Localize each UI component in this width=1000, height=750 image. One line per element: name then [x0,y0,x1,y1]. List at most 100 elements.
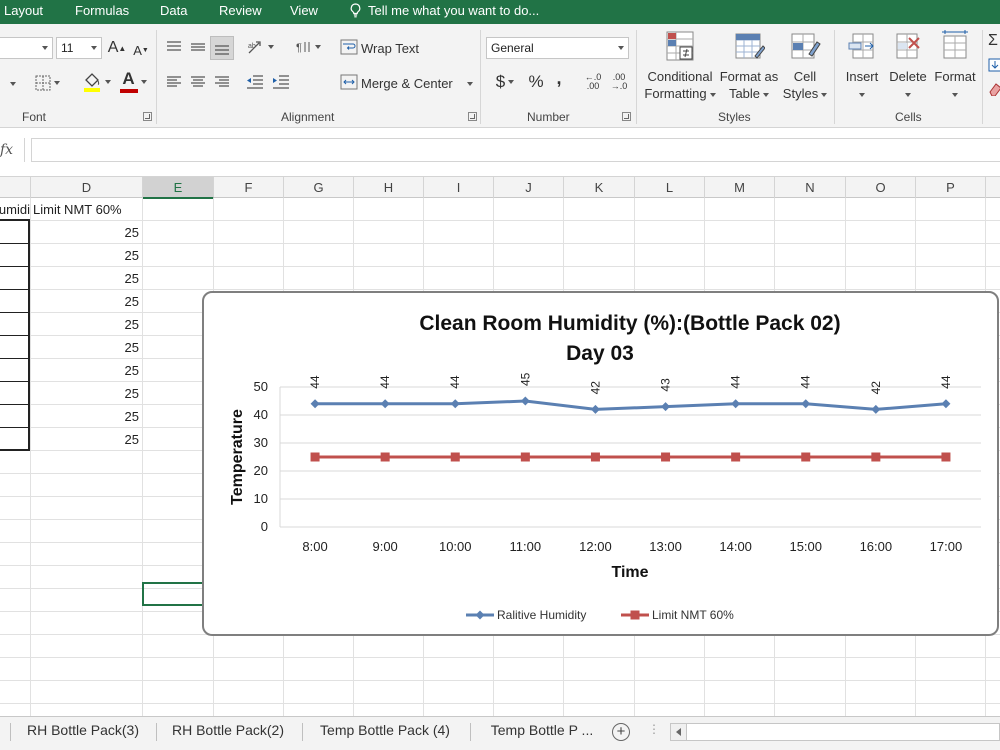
chart-subtitle[interactable]: Day 03 [566,342,634,365]
column-header-h[interactable]: H [354,177,424,199]
sheet-tab-temp-bottle-pack-4[interactable]: Temp Bottle Pack (4) [312,717,458,745]
borders-button[interactable] [30,72,64,94]
align-left-icon [167,76,181,87]
fill-color-button[interactable] [78,70,114,94]
column-header-k[interactable]: K [564,177,635,199]
cell-d4[interactable]: 25 [31,267,142,290]
column-header-f[interactable]: F [214,177,284,199]
merge-center-dropdown[interactable] [467,82,473,86]
font-color-button[interactable]: A [116,69,150,95]
insert-cells-button[interactable]: Insert [840,30,884,97]
column-header-m[interactable]: M [705,177,775,199]
scrollbar-thumb[interactable] [691,727,991,737]
column-header-e[interactable]: E [143,177,214,199]
y-tick-label: 40 [254,407,268,422]
chart-x-axis-title[interactable]: Time [611,564,648,581]
cell-d2[interactable]: 25 [31,221,142,244]
formula-input[interactable] [31,138,1000,162]
accounting-format-button[interactable]: $ [490,70,520,94]
font-size-dropdown[interactable]: 11 [56,37,102,59]
number-dialog-launcher[interactable] [622,112,631,121]
insert-function-icon[interactable]: fx [0,142,13,158]
cell-d6[interactable]: 25 [31,313,142,336]
cell-d9[interactable]: 25 [31,382,142,405]
tab-data[interactable]: Data [160,3,187,18]
column-header-d[interactable]: D [31,177,143,199]
y-tick-label: 20 [254,463,268,478]
grow-font-icon: A [107,39,119,56]
column-header-o[interactable]: O [846,177,916,199]
merge-center-button[interactable]: Merge & Center [361,76,453,91]
column-header-l[interactable]: L [635,177,705,199]
percent-style-button[interactable]: % [526,70,546,94]
decrease-indent-button[interactable] [244,72,266,92]
cell-d5[interactable]: 25 [31,290,142,313]
conditional-formatting-button[interactable]: Conditional Formatting [642,30,718,102]
cell-d7[interactable]: 25 [31,336,142,359]
tab-formulas[interactable]: Formulas [75,3,129,18]
column-header-c[interactable] [0,177,31,199]
sheet-tab-rh-bottle-pack-3[interactable]: RH Bottle Pack(3) [20,717,146,745]
comma-style-button[interactable]: , [552,66,566,90]
align-center-button[interactable] [188,72,208,92]
legend-label-1[interactable]: Limit NMT 60% [652,608,734,622]
font-dialog-launcher[interactable] [143,112,152,121]
cell-d3[interactable]: 25 [31,244,142,267]
humidity-chart[interactable]: Clean Room Humidity (%):(Bottle Pack 02)… [202,291,999,636]
data-label: 43 [659,378,673,392]
format-as-table-button[interactable]: Format as Table [718,30,780,102]
column-header-i[interactable]: I [424,177,494,199]
grow-font-button[interactable]: A ▲ [107,37,127,59]
column-header-n[interactable]: N [775,177,846,199]
chart-title[interactable]: Clean Room Humidity (%):(Bottle Pack 02) [419,312,840,335]
insert-cells-label: Insert [845,69,879,84]
orientation-button[interactable]: ab [244,36,276,58]
column-header-j[interactable]: J [494,177,564,199]
increase-indent-button[interactable] [270,72,292,92]
humidity-point [941,399,951,409]
wrap-text-button[interactable]: Wrap Text [361,41,419,56]
underline-dropdown[interactable] [6,74,16,94]
horizontal-scrollbar[interactable] [670,723,1000,741]
new-sheet-button[interactable]: + [612,723,630,741]
tab-page-layout[interactable]: Layout [4,3,43,18]
fill-button[interactable] [988,56,1000,74]
chart-y-axis-title[interactable]: Temperature [229,409,246,505]
delete-cells-button[interactable]: Delete [886,30,930,97]
cell-d11[interactable]: 25 [31,428,142,451]
clear-button[interactable] [988,80,1000,98]
tell-me-box[interactable]: Tell me what you want to do... [349,3,539,18]
middle-align-button[interactable] [188,36,208,58]
column-header-p[interactable]: P [916,177,986,199]
increase-decimal-button[interactable]: ←.0.00 [582,70,604,94]
font-name-dropdown[interactable] [0,37,53,59]
column-header-g[interactable]: G [284,177,354,199]
cell-styles-button[interactable]: Cell Styles [780,30,830,102]
tab-view[interactable]: View [290,3,318,18]
format-cells-button[interactable]: Format [932,30,978,97]
bottom-align-button[interactable] [210,36,234,60]
sheet-tab-temp-bottle-pack[interactable]: Temp Bottle P ... [480,717,604,745]
split-handle-icon[interactable]: ⋮ [648,722,660,736]
number-format-dropdown[interactable]: General [486,37,629,59]
cell-c1[interactable]: umidi [0,198,30,221]
orientation-icon: ab [248,41,261,54]
data-label: 45 [518,372,532,386]
top-align-button[interactable] [164,36,184,58]
cell-d10[interactable]: 25 [31,405,142,428]
text-direction-button[interactable]: ¶ [292,36,324,58]
sheet-tab-rh-bottle-pack-2[interactable]: RH Bottle Pack(2) [166,717,290,745]
autosum-button[interactable]: Σ [988,32,1000,50]
decrease-decimal-button[interactable]: .00 →.0 [608,70,630,94]
tab-review[interactable]: Review [219,3,262,18]
shrink-font-button[interactable]: A ▼ [132,39,150,61]
alignment-dialog-launcher[interactable] [468,112,477,121]
align-left-button[interactable] [164,72,184,92]
align-right-button[interactable] [212,72,232,92]
alignment-group-label: Alignment [281,110,335,124]
styles-group-label: Styles [718,110,751,124]
cell-d1[interactable]: Limit NMT 60% [33,198,142,221]
legend-label-0[interactable]: Ralitive Humidity [497,608,586,622]
scroll-left-button[interactable] [671,724,687,740]
cell-d8[interactable]: 25 [31,359,142,382]
